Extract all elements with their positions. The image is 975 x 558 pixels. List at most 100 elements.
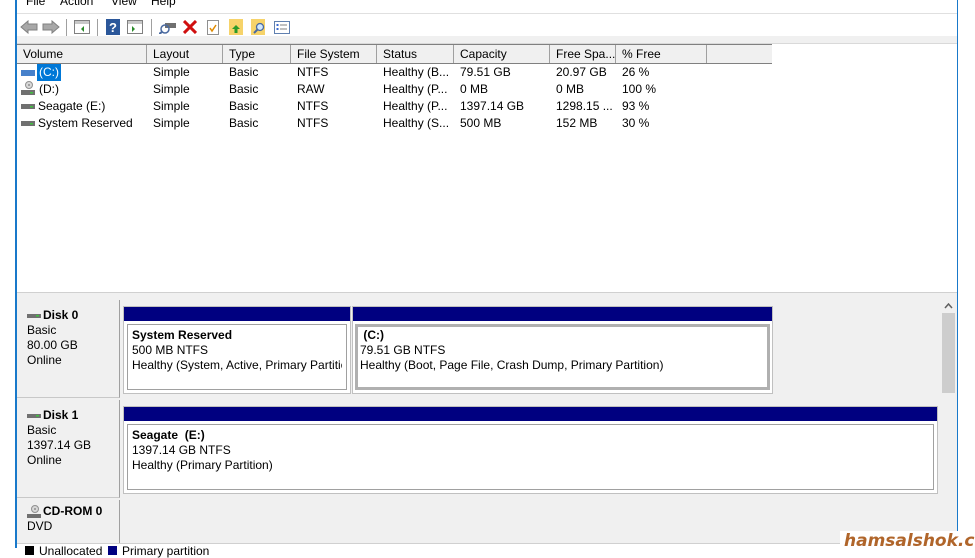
back-icon [20, 20, 38, 34]
menu-bar: File Action View Help [17, 0, 957, 12]
back-button[interactable] [20, 18, 38, 36]
volume-status: Healthy (P... [383, 82, 448, 96]
volume-capacity: 1397.14 GB [460, 99, 525, 113]
disk-graphical-view: Disk 0 Basic 80.00 GB Online System Rese… [17, 300, 940, 548]
volume-type: Basic [229, 82, 259, 96]
volume-file-system: NTFS [297, 99, 329, 113]
partition-seagate-e[interactable]: Seagate (E:) 1397.14 GB NTFS Healthy (Pr… [123, 406, 938, 494]
console-tree-button[interactable] [73, 18, 91, 36]
cdrom-0-label[interactable]: CD-ROM 0 DVD [17, 500, 120, 548]
column-header-layout[interactable]: Layout [147, 45, 223, 63]
volume-free-space: 152 MB [556, 116, 598, 130]
partition-size: 1397.14 GB NTFS [132, 443, 231, 457]
volume-status: Healthy (P... [383, 99, 448, 113]
cd-drive-icon [21, 81, 35, 95]
partition-status: Healthy (System, Active, Primary Partiti… [132, 358, 342, 372]
menu-file[interactable]: File [26, 0, 45, 8]
volume-capacity: 0 MB [460, 82, 489, 96]
menu-help[interactable]: Help [151, 0, 176, 8]
scrollbar-thumb[interactable] [942, 313, 955, 393]
cd-drive-icon [27, 504, 41, 518]
column-header-type[interactable]: Type [223, 45, 291, 63]
disk-0-label[interactable]: Disk 0 Basic 80.00 GB Online [17, 300, 120, 398]
scroll-up-icon[interactable] [944, 303, 953, 309]
hard-drive-icon [21, 104, 35, 109]
partition-status: Healthy (Boot, Page File, Crash Dump, Pr… [360, 358, 664, 372]
volume-file-system: NTFS [297, 116, 329, 130]
legend-primary-swatch [108, 546, 117, 555]
volume-list: Volume Layout Type File System Status Ca… [17, 44, 957, 292]
volume-file-system: NTFS [297, 65, 329, 79]
disk-type: Basic [27, 323, 57, 337]
action-pane-button[interactable] [126, 18, 144, 36]
partition-body: System Reserved 500 MB NTFS Healthy (Sys… [127, 324, 347, 390]
console-tree-icon [74, 20, 90, 34]
volume-capacity: 500 MB [460, 116, 502, 130]
toolbar-divider [17, 36, 957, 44]
connect-button[interactable] [159, 18, 177, 36]
partition-title: Seagate (E:) [132, 428, 205, 442]
column-header-volume[interactable]: Volume [17, 45, 147, 63]
volume-row[interactable]: Seagate (E:) Simple Basic NTFS Healthy (… [17, 98, 772, 115]
volume-row[interactable]: (D:) Simple Basic RAW Healthy (P... 0 MB… [17, 81, 772, 98]
list-icon [274, 20, 290, 34]
forward-button[interactable] [42, 18, 60, 36]
column-header-filler [707, 45, 772, 63]
folder-search-icon [251, 19, 265, 35]
hard-drive-icon [21, 121, 35, 126]
delete-button[interactable] [181, 18, 199, 36]
forward-icon [42, 20, 60, 34]
column-header-status[interactable]: Status [377, 45, 454, 63]
volume-row[interactable]: (C:) Simple Basic NTFS Healthy (B... 79.… [17, 64, 772, 81]
hard-drive-icon [27, 313, 41, 318]
volume-status: Healthy (S... [383, 116, 450, 130]
import-button[interactable] [227, 18, 245, 36]
svg-text:?: ? [109, 20, 117, 35]
delete-icon [183, 20, 197, 34]
volume-percent-free: 26 % [622, 65, 650, 79]
legend-bar: Unallocated Primary partition [17, 543, 940, 558]
disk-type: Basic [27, 423, 57, 437]
partition-color-bar [124, 407, 937, 421]
column-header-free-space[interactable]: Free Spa... [550, 45, 616, 63]
disk-name: Disk 1 [43, 408, 79, 422]
volume-list-header: Volume Layout Type File System Status Ca… [17, 44, 772, 64]
volume-icon [21, 70, 35, 76]
column-header-capacity[interactable]: Capacity [454, 45, 550, 63]
disk-1-label[interactable]: Disk 1 Basic 1397.14 GB Online [17, 400, 120, 498]
menu-action[interactable]: Action [60, 0, 93, 8]
partition-color-bar [353, 307, 772, 321]
volume-percent-free: 93 % [622, 99, 650, 113]
volume-layout: Simple [153, 99, 190, 113]
search-button[interactable] [250, 18, 268, 36]
help-button[interactable]: ? [104, 18, 122, 36]
window-border-right [957, 0, 958, 548]
disk-type: DVD [27, 519, 53, 533]
help-icon: ? [106, 19, 120, 35]
list-button[interactable] [273, 18, 291, 36]
partition-title: (C:) [360, 328, 384, 342]
partition-size: 500 MB NTFS [132, 343, 209, 357]
toolbar-separator [97, 19, 98, 36]
properties-icon [207, 19, 219, 35]
volume-file-system: RAW [297, 82, 325, 96]
volume-name: (C:) [37, 64, 61, 81]
volume-free-space: 1298.15 ... [556, 99, 613, 113]
volume-free-space: 20.97 GB [556, 65, 607, 79]
column-header-percent-free[interactable]: % Free [616, 45, 707, 63]
disk-size: 80.00 GB [27, 338, 78, 352]
watermark: hamsalshok.com [840, 531, 975, 551]
volume-layout: Simple [153, 65, 190, 79]
volume-name: (D:) [39, 82, 59, 96]
disk-state: Online [27, 453, 62, 467]
column-header-file-system[interactable]: File System [291, 45, 377, 63]
disk-size: 1397.14 GB [27, 438, 92, 452]
disk-state: Online [27, 353, 62, 367]
volume-row[interactable]: System Reserved Simple Basic NTFS Health… [17, 115, 772, 132]
action-pane-icon [127, 20, 143, 34]
menu-view[interactable]: View [111, 0, 137, 8]
properties-button[interactable] [204, 18, 222, 36]
graph-vertical-scrollbar[interactable] [940, 300, 957, 548]
partition-system-reserved[interactable]: System Reserved 500 MB NTFS Healthy (Sys… [123, 306, 351, 394]
partition-c[interactable]: (C:) 79.51 GB NTFS Healthy (Boot, Page F… [352, 306, 773, 394]
